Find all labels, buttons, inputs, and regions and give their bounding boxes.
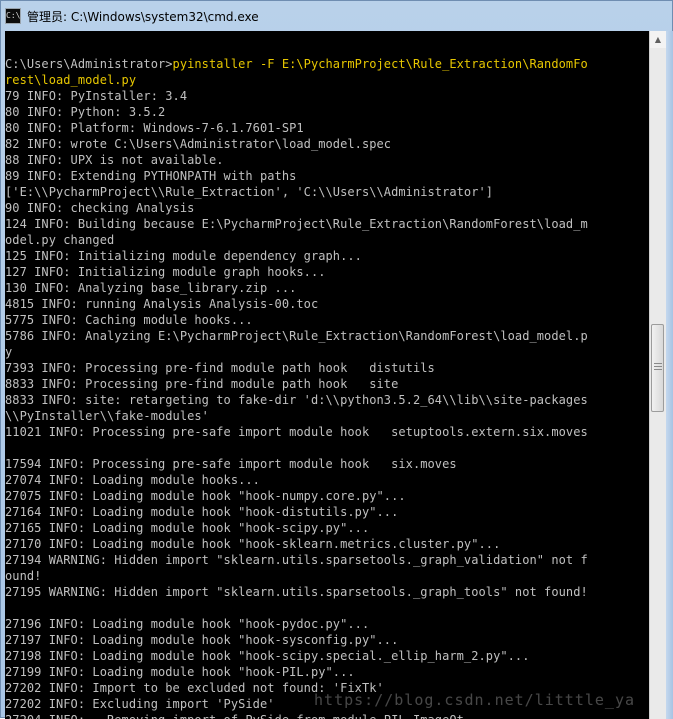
window-title: 管理员: C:\Windows\system32\cmd.exe — [27, 9, 259, 24]
console-line: 80 INFO: Platform: Windows-7-6.1.7601-SP… — [5, 121, 304, 135]
console-line: 80 INFO: Python: 3.5.2 — [5, 105, 166, 119]
command-prompt: C:\Users\Administrator> — [5, 57, 173, 71]
console-line: 27197 INFO: Loading module hook "hook-sy… — [5, 633, 399, 647]
grip-line — [654, 369, 662, 370]
console-line: C:\Users\Administrator>pyinstaller -F E:… — [5, 56, 649, 72]
console-line: 127 INFO: Initializing module graph hook… — [5, 265, 326, 279]
command-text: pyinstaller -F E:\PycharmProject\Rule_Ex… — [172, 57, 588, 71]
console-line: odel.py changed — [5, 233, 115, 247]
console-line: \\PyInstaller\\fake-modules' — [5, 409, 209, 423]
vertical-scrollbar[interactable]: ▲ — [649, 31, 666, 719]
console-line: 27199 INFO: Loading module hook "hook-PI… — [5, 665, 355, 679]
console-line: 27075 INFO: Loading module hook "hook-nu… — [5, 489, 406, 503]
console-line: 5775 INFO: Caching module hooks... — [5, 313, 253, 327]
console-line: 4815 INFO: running Analysis Analysis-00.… — [5, 297, 319, 311]
console-output[interactable]: C:\Users\Administrator>pyinstaller -F E:… — [5, 31, 649, 719]
console-line: 124 INFO: Building because E:\PycharmPro… — [5, 217, 588, 231]
console-line: 7393 INFO: Processing pre-find module pa… — [5, 361, 435, 375]
console-line: 27195 WARNING: Hidden import "sklearn.ut… — [5, 585, 588, 599]
window-frame-right — [666, 31, 673, 719]
console-line: 17594 INFO: Processing pre-safe import m… — [5, 457, 457, 471]
title-bar[interactable]: C:\ 管理员: C:\Windows\system32\cmd.exe — [1, 1, 672, 31]
console-line: 5786 INFO: Analyzing E:\PycharmProject\R… — [5, 329, 588, 343]
console-line: 27164 INFO: Loading module hook "hook-di… — [5, 505, 399, 519]
console-lines: C:\Users\Administrator>pyinstaller -F E:… — [5, 40, 649, 719]
console-line: 90 INFO: checking Analysis — [5, 201, 195, 215]
command-text: rest\load_model.py — [5, 73, 137, 87]
grip-line — [654, 366, 662, 367]
console-line: rest\load_model.py — [5, 72, 649, 88]
cmd-icon[interactable]: C:\ — [5, 8, 21, 24]
console-line: 27198 INFO: Loading module hook "hook-sc… — [5, 649, 530, 663]
console-line: 79 INFO: PyInstaller: 3.4 — [5, 89, 188, 103]
cmd-window: C:\ 管理员: C:\Windows\system32\cmd.exe C:\… — [0, 0, 673, 719]
console-line: ['E:\\PycharmProject\\Rule_Extraction', … — [5, 185, 494, 199]
console-line: ound! — [5, 569, 42, 583]
console-line: 89 INFO: Extending PYTHONPATH with paths — [5, 169, 297, 183]
console-line: 82 INFO: wrote C:\Users\Administrator\lo… — [5, 137, 392, 151]
console-line: 125 INFO: Initializing module dependency… — [5, 249, 362, 263]
console-line: 27170 INFO: Loading module hook "hook-sk… — [5, 537, 501, 551]
console-line: 130 INFO: Analyzing base_library.zip ... — [5, 281, 297, 295]
console-line: y — [5, 345, 13, 359]
console-line: 27074 INFO: Loading module hooks... — [5, 473, 260, 487]
console-line: 8833 INFO: Processing pre-find module pa… — [5, 377, 399, 391]
scroll-up-arrow-icon[interactable]: ▲ — [650, 31, 666, 48]
console-line: 88 INFO: UPX is not available. — [5, 153, 224, 167]
console-line: 11021 INFO: Processing pre-safe import m… — [5, 425, 588, 439]
watermark: https://blog.csdn.net/litttle_ya — [314, 691, 635, 709]
console-line: 27194 WARNING: Hidden import "sklearn.ut… — [5, 553, 588, 567]
grip-line — [654, 363, 662, 364]
scroll-thumb[interactable] — [651, 324, 664, 412]
console-line: 27196 INFO: Loading module hook "hook-py… — [5, 617, 370, 631]
console-line: 27165 INFO: Loading module hook "hook-sc… — [5, 521, 370, 535]
console-line: 8833 INFO: site: retargeting to fake-dir… — [5, 393, 588, 407]
